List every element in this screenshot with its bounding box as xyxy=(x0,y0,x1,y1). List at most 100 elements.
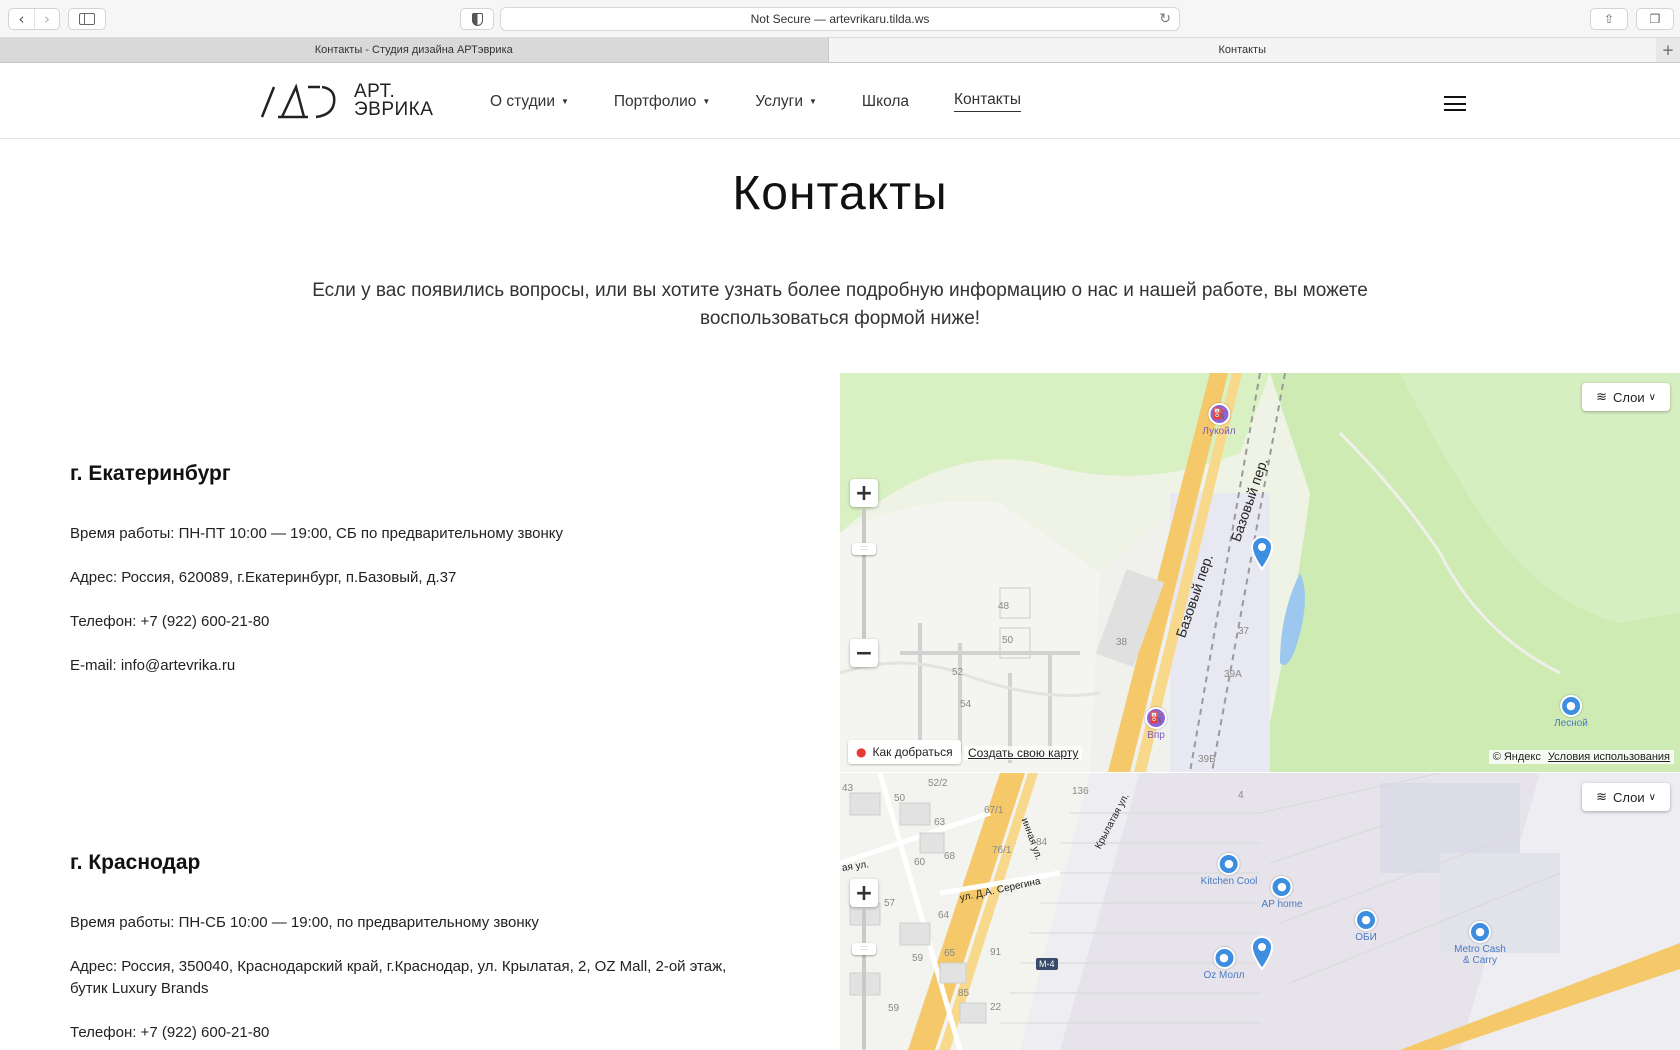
contact-ekaterinburg: г. Екатеринбург Время работы: ПН-ПТ 10:0… xyxy=(70,462,770,677)
map-pin-icon: ● xyxy=(856,745,867,759)
directions-button[interactable]: ● Как добраться xyxy=(848,740,961,764)
house-number: 68 xyxy=(944,851,956,862)
tab-overview-button[interactable]: ❐ xyxy=(1636,8,1674,30)
menu-item-about[interactable]: О студии ▼ xyxy=(490,91,569,112)
city-heading: г. Краснодар xyxy=(70,851,201,874)
menu-item-label: О студии xyxy=(490,92,555,110)
poi-obi[interactable]: ● ОБИ xyxy=(1355,909,1377,943)
tab-2[interactable]: Контакты xyxy=(827,38,1656,62)
house-number: 64 xyxy=(938,910,950,921)
house-number: 59 xyxy=(912,953,924,964)
poi-lukoil[interactable]: ⛽ Лукойл xyxy=(1202,403,1236,437)
map-krasnodar[interactable]: Крылатая ул. ул. Д.А. Серегина инная ул.… xyxy=(840,773,1680,1050)
tab-overview-icon: ❐ xyxy=(1649,12,1661,26)
tab-label: Контакты xyxy=(1218,44,1266,56)
forward-icon[interactable]: › xyxy=(34,9,59,29)
house-number: 52/2 xyxy=(928,778,948,789)
main-menu: О студии ▼ Портфолио ▼ Услуги ▼ Школа Ко… xyxy=(490,91,1066,112)
share-button[interactable]: ⇧ xyxy=(1590,8,1628,30)
shopping-cart-icon: ● xyxy=(1469,921,1491,943)
house-number: 84 xyxy=(1036,837,1048,848)
tab-1[interactable]: Контакты - Студия дизайна АРТэврика xyxy=(0,38,828,62)
map-ekaterinburg[interactable]: Базовый пер. Базовый пер. 48 50 38 52 54… xyxy=(840,373,1680,772)
menu-item-portfolio[interactable]: Портфолио ▼ xyxy=(614,91,710,112)
shield-icon xyxy=(471,12,483,26)
water-drop-icon: ● xyxy=(1559,695,1582,717)
layers-button[interactable]: ≋ Слои ∨ xyxy=(1582,383,1670,411)
contact-krasnodar: г. Краснодар Время работы: ПН-СБ 10:00 —… xyxy=(70,851,750,1044)
sidebar-toggle-button[interactable] xyxy=(68,8,106,30)
poi-vpr[interactable]: ⛽ Впр xyxy=(1145,707,1167,741)
menu-item-services[interactable]: Услуги ▼ xyxy=(755,91,817,112)
menu-item-school[interactable]: Школа xyxy=(862,91,909,112)
house-number: 63 xyxy=(934,817,946,828)
back-icon[interactable]: ‹ xyxy=(9,9,34,29)
house-number: 85 xyxy=(958,988,970,999)
house-number: 65 xyxy=(944,948,956,959)
zoom-out-button[interactable]: − xyxy=(850,639,878,667)
city-heading: г. Екатеринбург xyxy=(70,462,231,485)
poi-label: Metro Cash & Carry xyxy=(1454,944,1506,966)
site-header: АРТ. ЭВРИКА О студии ▼ Портфолио ▼ Услуг… xyxy=(0,63,1680,139)
poi-label: ОБИ xyxy=(1355,932,1377,943)
poi-oz-mall[interactable]: ● Oz Молл xyxy=(1203,947,1245,981)
logo-text: АРТ. ЭВРИКА xyxy=(354,82,434,120)
house-number: 91 xyxy=(990,947,1002,958)
house-number: 39А xyxy=(1224,669,1242,680)
road-badge: М-4 xyxy=(1036,958,1058,970)
tab-bar: Контакты - Студия дизайна АРТэврика Конт… xyxy=(0,38,1680,63)
tab-label: Контакты - Студия дизайна АРТэврика xyxy=(314,44,513,56)
poi-metro-cash-carry[interactable]: ● Metro Cash & Carry xyxy=(1450,921,1510,966)
house-number: 38 xyxy=(1116,637,1128,648)
poi-label: Лукойл xyxy=(1202,426,1236,437)
fuel-icon: ⛽ xyxy=(1145,707,1167,729)
email[interactable]: E-mail: info@artevrika.ru xyxy=(70,655,770,677)
house-number: 43 xyxy=(842,783,854,794)
new-tab-button[interactable]: + xyxy=(1656,38,1680,62)
layers-icon: ≋ xyxy=(1596,389,1607,405)
location-marker-icon[interactable] xyxy=(1250,535,1274,571)
directions-label: Как добраться xyxy=(872,745,953,759)
hamburger-menu-icon[interactable] xyxy=(1444,96,1466,111)
poi-label: Впр xyxy=(1147,730,1165,741)
reload-icon[interactable]: ↻ xyxy=(1159,11,1171,27)
shop-icon: ● xyxy=(1270,876,1293,898)
zoom-slider-thumb[interactable]: :::: xyxy=(852,943,876,955)
layers-button[interactable]: ≋ Слои ∨ xyxy=(1582,783,1670,811)
location-marker-icon[interactable] xyxy=(1250,935,1274,971)
house-number: 4 xyxy=(1238,790,1244,801)
house-number: 37 xyxy=(1238,626,1250,637)
intro-text: Если у вас появились вопросы, или вы хот… xyxy=(312,280,1368,329)
poi-kitchen-cool[interactable]: ● Kitchen Cool xyxy=(1200,853,1258,887)
zoom-in-button[interactable]: + xyxy=(850,879,878,907)
working-hours: Время работы: ПН-СБ 10:00 — 19:00, по пр… xyxy=(70,914,539,931)
menu-item-label: Портфолио xyxy=(613,92,697,110)
address-bar[interactable]: Not Secure — artevrikaru.tilda.ws ↻ xyxy=(500,7,1180,31)
zoom-slider-track[interactable] xyxy=(862,909,866,1050)
poi-label: Oz Молл xyxy=(1203,970,1245,981)
house-number: 50 xyxy=(1002,635,1014,646)
phone[interactable]: Телефон: +7 (922) 600-21-80 xyxy=(70,611,770,633)
logo[interactable]: АРТ. ЭВРИКА xyxy=(260,81,433,121)
caret-down-icon: ▼ xyxy=(560,97,569,106)
poi-label: Лесной xyxy=(1554,718,1588,729)
zoom-in-button[interactable]: + xyxy=(850,479,878,507)
poi-ap-home[interactable]: ● AP home xyxy=(1262,876,1302,910)
house-number: 67/1 xyxy=(984,805,1004,816)
phone[interactable]: Телефон: +7 (922) 600-21-80 xyxy=(70,1022,750,1044)
zoom-slider-track[interactable] xyxy=(862,509,866,639)
privacy-shield-button[interactable] xyxy=(460,8,494,30)
fuel-icon: ⛽ xyxy=(1208,403,1230,425)
poi-label: Kitchen Cool xyxy=(1200,876,1258,887)
poi-lesnoy[interactable]: ● Лесной xyxy=(1554,695,1588,729)
browser-toolbar: ‹ › Not Secure — artevrikaru.tilda.ws ↻ … xyxy=(0,0,1680,38)
logo-line-2: ЭВРИКА xyxy=(354,99,434,120)
chevron-down-icon: ∨ xyxy=(1648,391,1656,403)
shopping-bag-icon: ● xyxy=(1212,947,1235,969)
terms-link[interactable]: Условия использования xyxy=(1548,751,1670,763)
menu-item-contacts[interactable]: Контакты xyxy=(954,91,1021,112)
create-map-link[interactable]: Создать свою карту xyxy=(964,746,1083,760)
history-buttons: ‹ › xyxy=(8,8,60,30)
zoom-slider-thumb[interactable]: :::: xyxy=(852,543,876,555)
sidebar-icon xyxy=(79,13,95,25)
